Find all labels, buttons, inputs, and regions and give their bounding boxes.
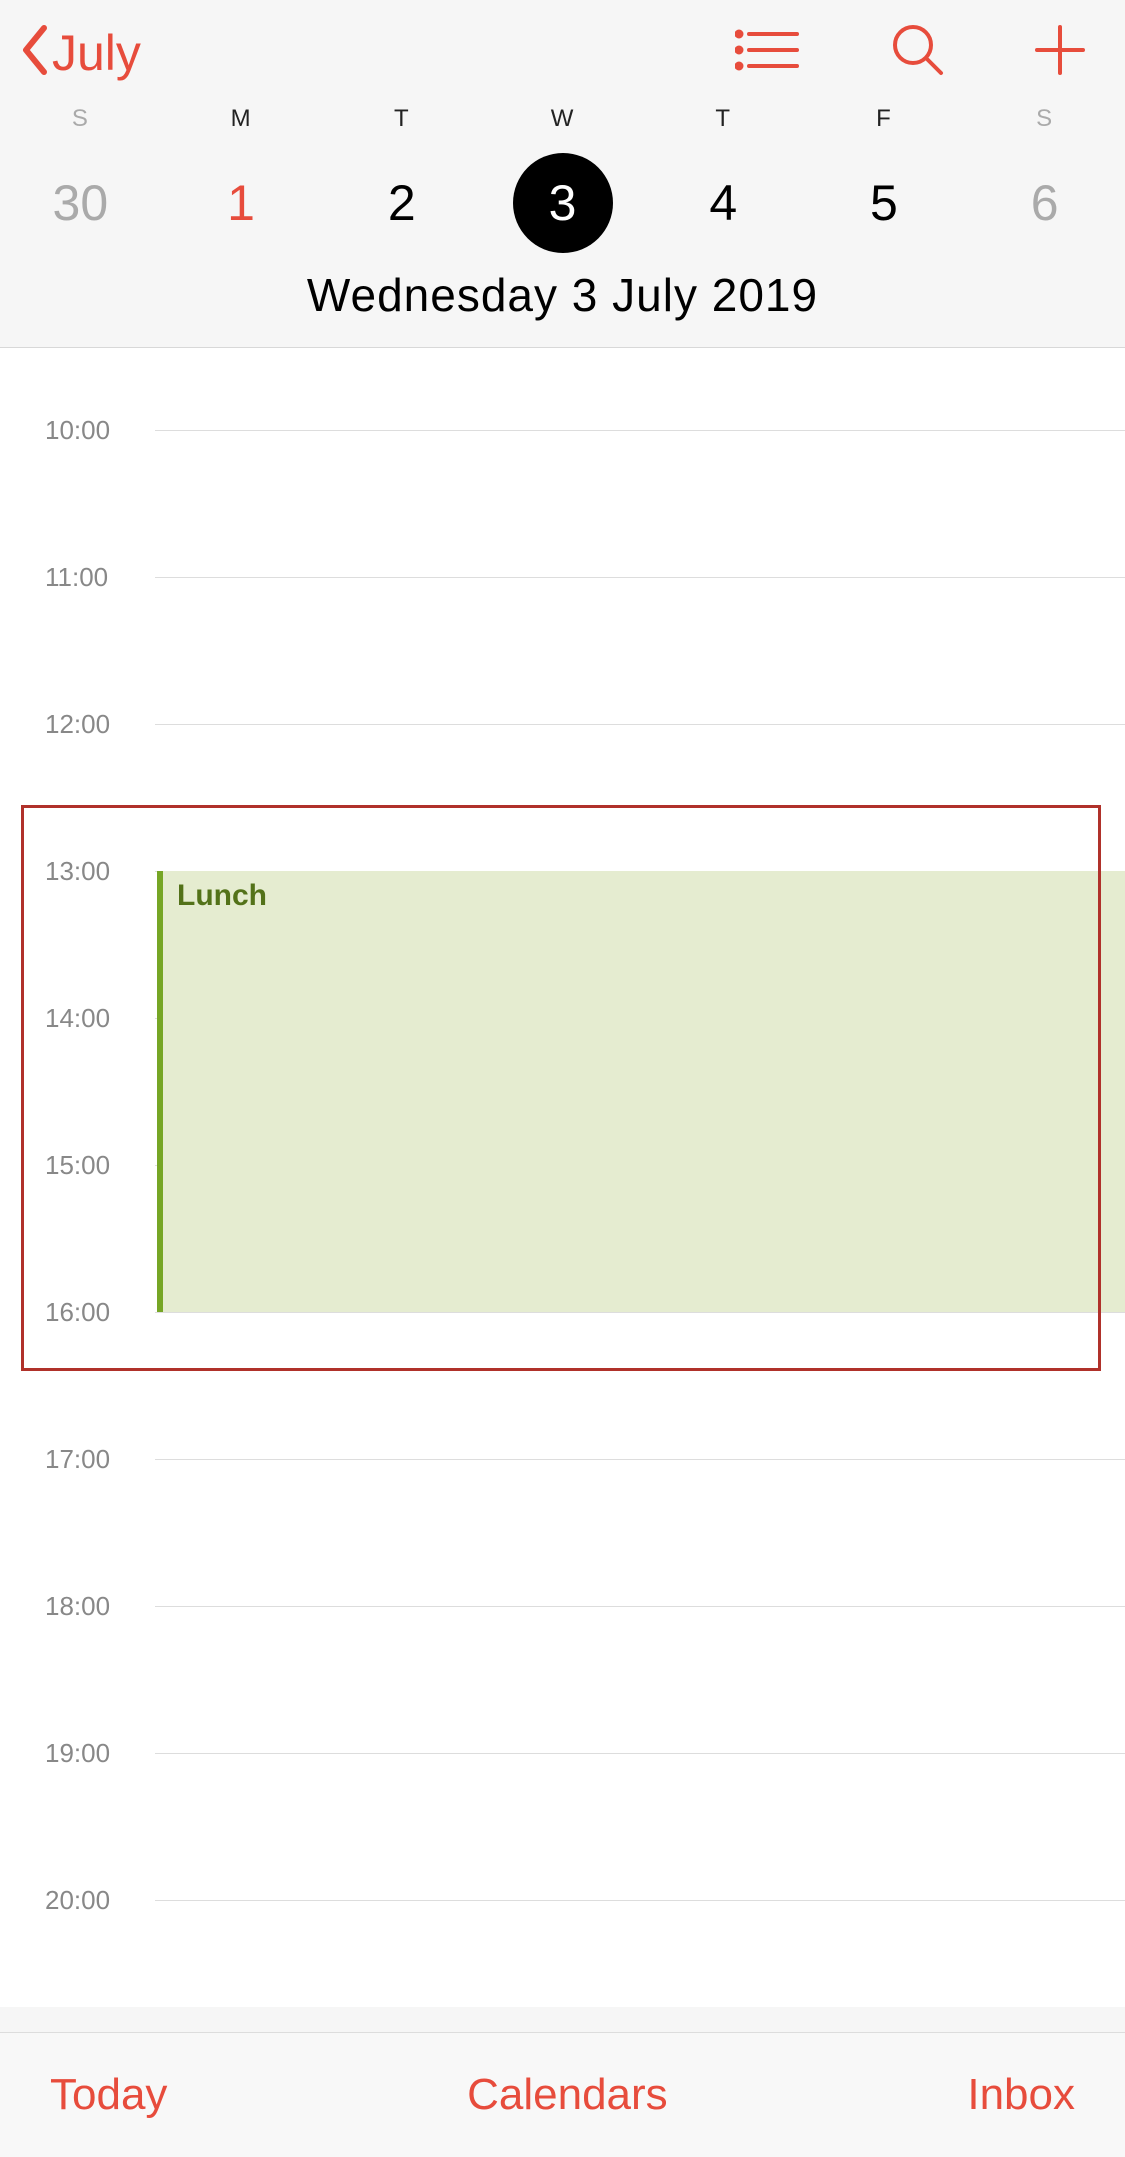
inbox-button[interactable]: Inbox <box>967 2070 1075 2120</box>
day-abbrev: S <box>964 105 1125 133</box>
hour-slot: 10:00 <box>0 370 1125 517</box>
day-number: 2 <box>352 153 452 253</box>
hour-label: 18:00 <box>45 1591 110 1622</box>
hour-line <box>155 1459 1125 1460</box>
hour-line <box>155 577 1125 578</box>
day-number: 5 <box>834 153 934 253</box>
back-label: July <box>52 24 141 82</box>
hour-line <box>155 1606 1125 1607</box>
event-block[interactable]: Lunch <box>157 871 1125 1312</box>
day-abbrev: F <box>804 105 965 133</box>
hour-label: 16:00 <box>45 1297 110 1328</box>
hour-label: 11:00 <box>45 562 108 593</box>
add-icon[interactable] <box>1035 25 1085 80</box>
hour-line <box>155 724 1125 725</box>
hour-slot: 11:00 <box>0 517 1125 664</box>
hour-label: 17:00 <box>45 1444 110 1475</box>
hour-label: 10:00 <box>45 415 110 446</box>
chevron-left-icon <box>20 24 50 81</box>
week-row: S30M1T2W3T4F5S6 <box>0 105 1125 253</box>
hour-slot: 12:00 <box>0 664 1125 811</box>
hour-label: 19:00 <box>45 1738 110 1769</box>
bottom-bar: Today Calendars Inbox <box>0 2032 1125 2157</box>
day-column[interactable]: T4 <box>643 105 804 253</box>
day-number: 1 <box>191 153 291 253</box>
hour-line <box>155 1753 1125 1754</box>
day-number: 6 <box>995 153 1095 253</box>
hour-label: 14:00 <box>45 1003 110 1034</box>
day-number: 4 <box>673 153 773 253</box>
hour-slot: 17:00 <box>0 1399 1125 1546</box>
calendars-button[interactable]: Calendars <box>467 2070 668 2120</box>
hour-slot: 19:00 <box>0 1693 1125 1840</box>
day-column[interactable]: M1 <box>161 105 322 253</box>
day-column[interactable]: T2 <box>321 105 482 253</box>
hour-slot: 20:00 <box>0 1840 1125 1987</box>
day-column[interactable]: W3 <box>482 105 643 253</box>
hour-line <box>155 1312 1125 1313</box>
back-button[interactable]: July <box>20 24 141 82</box>
hour-line <box>155 1900 1125 1901</box>
day-abbrev: W <box>482 105 643 133</box>
day-abbrev: T <box>643 105 804 133</box>
day-number: 3 <box>513 153 613 253</box>
hour-slot: 18:00 <box>0 1546 1125 1693</box>
hour-label: 15:00 <box>45 1150 110 1181</box>
day-abbrev: M <box>161 105 322 133</box>
day-abbrev: T <box>321 105 482 133</box>
day-abbrev: S <box>0 105 161 133</box>
hour-label: 13:00 <box>45 856 110 887</box>
today-button[interactable]: Today <box>50 2070 167 2120</box>
list-icon[interactable] <box>735 28 801 77</box>
event-title: Lunch <box>163 871 1125 921</box>
search-icon[interactable] <box>891 23 945 82</box>
full-date: Wednesday 3 July 2019 <box>0 253 1125 347</box>
day-number: 30 <box>30 153 130 253</box>
day-column[interactable]: S 30 <box>0 105 161 253</box>
hour-line <box>155 430 1125 431</box>
timeline[interactable]: 10:00 11:00 12:00 13:00 14:00 15:00 16:00 17:00… <box>0 347 1125 2007</box>
day-column[interactable]: F5 <box>804 105 965 253</box>
day-column[interactable]: S6 <box>964 105 1125 253</box>
hour-label: 12:00 <box>45 709 110 740</box>
hour-label: 20:00 <box>45 1885 110 1916</box>
